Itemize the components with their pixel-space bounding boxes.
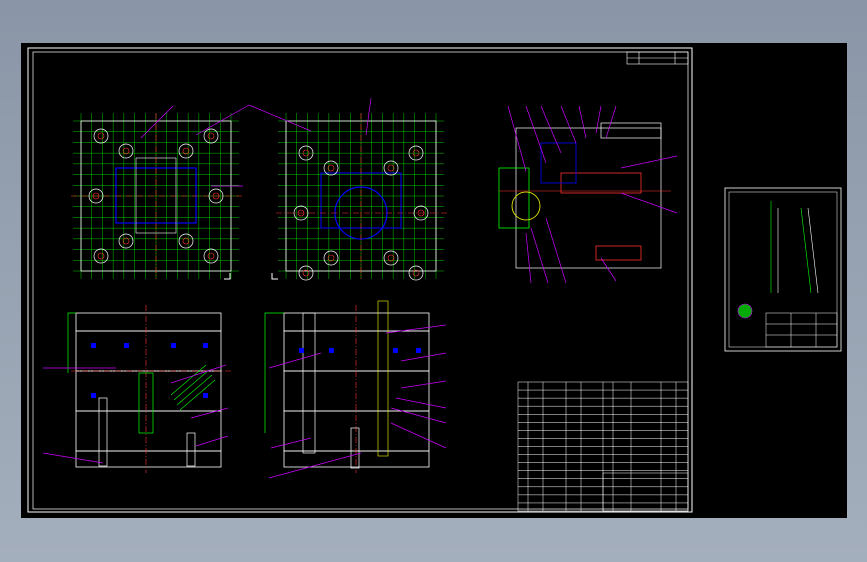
blue-fasteners <box>299 348 421 353</box>
nozzle-area <box>498 167 530 229</box>
side-slide <box>540 142 577 184</box>
side-detail-view <box>498 105 678 284</box>
bill-of-materials <box>517 381 689 512</box>
bolt-hole-core <box>207 252 215 260</box>
top-title-block <box>626 51 689 65</box>
main-sheet-inner-border <box>32 51 689 510</box>
secondary-title-block <box>765 312 838 348</box>
guide-pillar <box>377 300 389 457</box>
top-clamp-plate <box>283 312 430 332</box>
ejector-pin <box>98 397 108 467</box>
section-outline <box>264 312 284 433</box>
view-corner-mark <box>271 273 278 280</box>
bolt-hole <box>408 265 424 281</box>
section-outline <box>67 312 76 373</box>
plan-view-moving-half <box>271 113 448 281</box>
secondary-sheet <box>724 187 842 352</box>
support-block <box>283 410 430 452</box>
bottom-clamp-plate <box>283 450 430 468</box>
bolt-hole <box>203 128 219 144</box>
bolt-hole-core <box>97 132 105 140</box>
bolt-hole-core <box>97 252 105 260</box>
bolt-hole <box>118 143 134 159</box>
section-leaders <box>268 324 447 479</box>
bolt-hole-core <box>207 132 215 140</box>
cavity-plate <box>283 330 430 372</box>
bottom-clamp-plate <box>75 450 222 468</box>
detail-part <box>737 303 753 319</box>
core-plate <box>283 370 430 412</box>
blue-fasteners <box>91 343 208 398</box>
section-leaders <box>42 364 229 464</box>
cad-drawing <box>27 47 842 513</box>
bolt-hole <box>118 233 134 249</box>
cad-viewport[interactable] <box>21 43 847 518</box>
guide-pillar <box>302 312 316 454</box>
bolt-hole <box>298 265 314 281</box>
bolt-hole <box>178 233 194 249</box>
top-clamp-plate <box>75 312 222 332</box>
pneumatic-cylinder <box>595 245 642 261</box>
bolt-hole <box>323 250 339 266</box>
ejector-pin <box>186 432 196 467</box>
bolt-hole <box>203 248 219 264</box>
return-pin <box>350 427 360 469</box>
bolt-hole <box>93 248 109 264</box>
bolt-hole <box>178 143 194 159</box>
angled-lifter <box>170 364 216 411</box>
section-view-a <box>42 305 231 473</box>
cavity-plate <box>75 330 222 372</box>
secondary-sheet-border <box>724 187 842 352</box>
plan-view-fixed-half <box>71 113 243 280</box>
main-sheet-outer-border <box>27 47 693 513</box>
bolt-hole <box>383 250 399 266</box>
main-sheet <box>27 47 693 513</box>
core-plate <box>75 370 222 412</box>
view-corner-mark <box>224 273 231 280</box>
bolt-hole <box>93 128 109 144</box>
section-view-b <box>264 300 447 479</box>
